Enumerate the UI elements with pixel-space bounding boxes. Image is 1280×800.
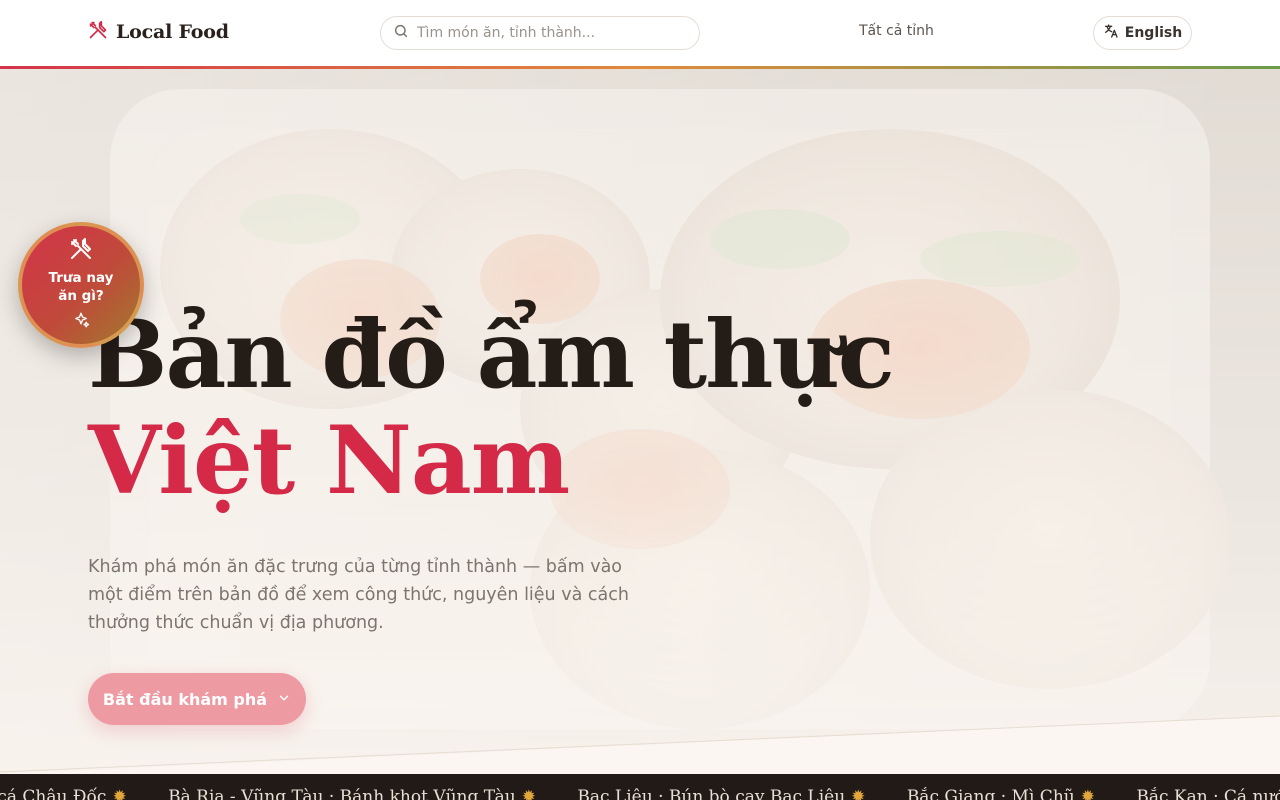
chevron-down-icon [277, 690, 291, 709]
sun-icon: ✹ [521, 787, 536, 800]
sun-icon: ✹ [112, 787, 127, 800]
ticker-item-text: ún cá Châu Đốc [0, 787, 107, 800]
language-button[interactable]: English [1093, 16, 1192, 50]
hero-title: Bản đồ ẩm thực Việt Nam [88, 300, 895, 516]
cta-label: Bắt đầu khám phá [102, 689, 268, 709]
hero-description: Khám phá món ăn đặc trưng của từng tỉnh … [88, 557, 629, 633]
sun-icon: ✹ [851, 787, 866, 800]
logo-text: Local Food [116, 21, 229, 43]
hero-title-line1: Bản đồ ẩm thực [88, 300, 895, 410]
province-ticker: ún cá Châu Đốc ✹ Bà Rịa - Vũng Tàu · Bánh… [0, 774, 1280, 800]
start-exploring-button[interactable]: Bắt đầu khám phá [88, 673, 306, 725]
ticker-item[interactable]: ún cá Châu Đốc ✹ [0, 787, 127, 800]
search-icon [393, 23, 409, 43]
lunch-label: Trưa nay ăn gì? [48, 270, 114, 304]
top-navbar: Local Food Tất cả tỉnh English [0, 0, 1280, 66]
utensils-icon [69, 237, 93, 265]
ticker-item-text: Bắc Giang · Mì Chũ [906, 787, 1075, 800]
all-provinces-link[interactable]: Tất cả tỉnh [859, 23, 934, 39]
translate-icon [1103, 23, 1119, 43]
ticker-item-text: Bắc Kạn · Cá nướng [1136, 787, 1280, 800]
sparkles-icon [72, 311, 90, 333]
search-box[interactable] [380, 16, 700, 50]
ticker-item[interactable]: Bạc Liêu · Bún bò cay Bạc Liêu ✹ [577, 787, 865, 800]
ticker-item[interactable]: Bắc Giang · Mì Chũ ✹ [907, 787, 1095, 800]
utensils-icon [88, 20, 108, 44]
logo[interactable]: Local Food [88, 20, 229, 44]
lunch-suggestion-button[interactable]: Trưa nay ăn gì? [18, 222, 144, 348]
sun-icon: ✹ [1080, 787, 1095, 800]
ticker-track: ún cá Châu Đốc ✹ Bà Rịa - Vũng Tàu · Bánh… [0, 787, 1280, 800]
hero-title-line2: Việt Nam [88, 406, 570, 516]
ticker-item[interactable]: Bắc Kạn · Cá nướng [1136, 787, 1280, 800]
ticker-item[interactable]: Bà Rịa - Vũng Tàu · Bánh khọt Vũng Tàu ✹ [168, 787, 536, 800]
language-label: English [1124, 25, 1183, 41]
search-input[interactable] [417, 25, 677, 41]
header-accent-stripe [0, 66, 1280, 69]
ticker-item-text: Bạc Liêu · Bún bò cay Bạc Liêu [577, 787, 846, 800]
ticker-item-text: Bà Rịa - Vũng Tàu · Bánh khọt Vũng Tàu [168, 787, 516, 800]
